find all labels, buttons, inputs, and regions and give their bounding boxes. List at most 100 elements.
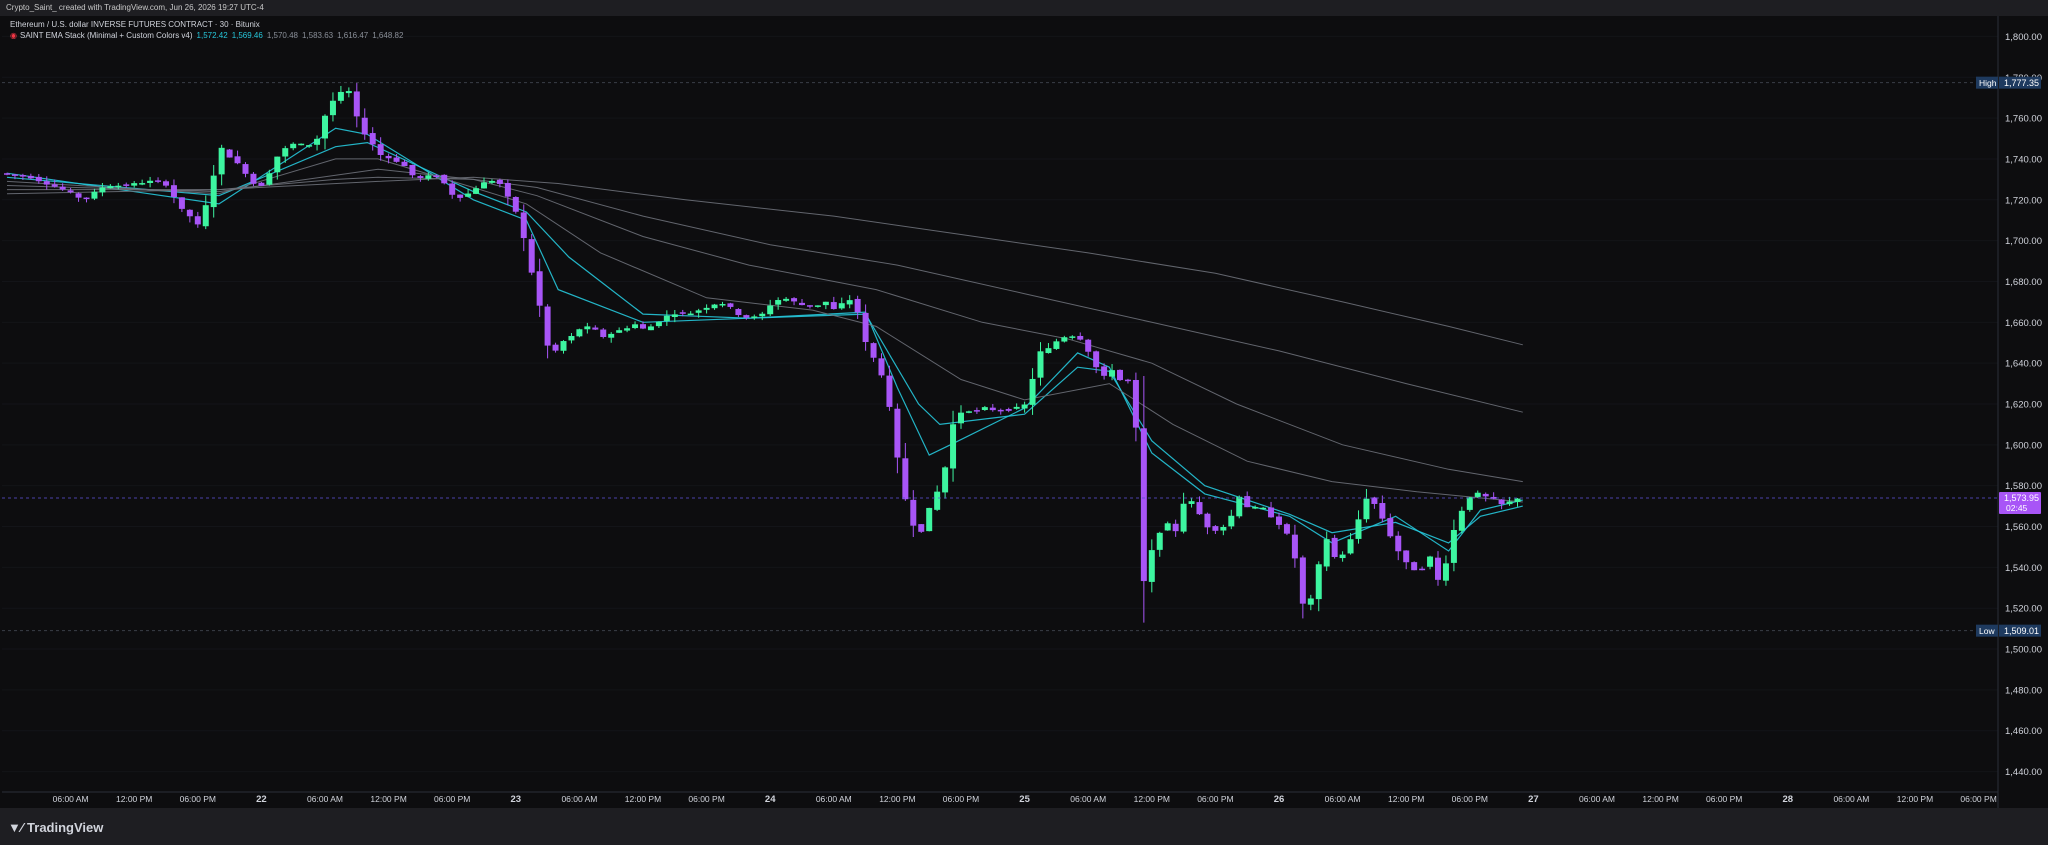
candle-body[interactable] [361,117,368,135]
candle-body[interactable] [655,321,662,327]
candle-body[interactable] [1220,526,1227,531]
candle-body[interactable] [1172,523,1179,532]
candle-body[interactable] [687,313,694,316]
indicator-row[interactable]: ◉ SAINT EMA Stack (Minimal + Custom Color… [10,31,403,41]
candle-body[interactable] [1164,523,1171,531]
candle-body[interactable] [663,315,670,321]
candle-body[interactable] [624,328,631,331]
candle-body[interactable] [417,176,424,178]
candle-body[interactable] [1466,497,1473,510]
candle-body[interactable] [329,100,336,116]
candle-body[interactable] [234,156,241,164]
candle-body[interactable] [1514,498,1521,502]
candle-body[interactable] [608,333,615,338]
candle-body[interactable] [679,312,686,314]
candle-body[interactable] [814,305,821,307]
candle-body[interactable] [703,307,710,310]
candle-body[interactable] [155,180,162,182]
candle-body[interactable] [170,185,177,197]
candle-body[interactable] [1395,535,1402,552]
candle-body[interactable] [600,329,607,337]
candle-body[interactable] [131,183,138,186]
candle-body[interactable] [1323,539,1330,567]
candle-body[interactable] [1291,534,1298,559]
candle-body[interactable] [942,467,949,493]
candle-body[interactable] [1276,516,1282,525]
candle-body[interactable] [457,194,464,198]
candle-body[interactable] [4,173,10,175]
candle-body[interactable] [926,507,933,532]
candle-body[interactable] [99,187,106,193]
candle-body[interactable] [743,315,750,318]
candle-body[interactable] [1053,341,1060,349]
candle-body[interactable] [1506,501,1513,505]
candle-body[interactable] [918,524,925,532]
candle-body[interactable] [1077,335,1084,340]
candle-body[interactable] [1013,406,1020,409]
candle-body[interactable] [1474,492,1481,497]
candle-body[interactable] [1037,351,1044,378]
candle-body[interactable] [870,343,877,358]
candle-body[interactable] [258,182,265,186]
candle-body[interactable] [1180,503,1187,532]
candle-body[interactable] [1419,568,1426,571]
candle-body[interactable] [393,157,400,162]
candle-body[interactable] [67,190,74,193]
candle-body[interactable] [711,304,718,309]
candle-body[interactable] [520,212,527,239]
candle-body[interactable] [727,303,734,307]
candle-body[interactable] [1403,550,1410,563]
candle-body[interactable] [576,329,583,337]
candle-body[interactable] [1252,507,1259,509]
candle-body[interactable] [1482,493,1489,497]
candle-body[interactable] [1355,519,1362,539]
candle-body[interactable] [449,183,456,195]
candle-body[interactable] [1188,501,1195,504]
candle-body[interactable] [202,205,209,227]
candle-body[interactable] [1021,404,1028,409]
candle-body[interactable] [409,164,416,176]
candle-body[interactable] [1450,529,1457,563]
candle-body[interactable] [536,271,543,306]
candle-body[interactable] [981,407,988,411]
candle-body[interactable] [1140,428,1147,582]
candle-body[interactable] [59,186,66,190]
candle-body[interactable] [1331,537,1338,557]
candle-body[interactable] [1085,339,1092,352]
candle-body[interactable] [385,155,392,159]
candle-body[interactable] [298,143,305,146]
candle-body[interactable] [822,301,829,306]
candle-body[interactable] [1029,378,1036,405]
candle-body[interactable] [473,188,480,194]
candle-body[interactable] [75,193,82,198]
candle-body[interactable] [1196,502,1203,515]
candle-body[interactable] [735,309,742,316]
candle-body[interactable] [504,183,511,197]
candle-body[interactable] [775,300,782,305]
candle-body[interactable] [584,326,591,330]
candle-body[interactable] [1427,556,1434,567]
candle-body[interactable] [1005,409,1012,411]
candle-body[interactable] [997,409,1004,412]
candle-body[interactable] [147,180,154,183]
candle-body[interactable] [465,193,472,197]
candle-body[interactable] [934,491,941,510]
candle-body[interactable] [1299,557,1306,604]
candle-body[interactable] [632,324,639,329]
candle-body[interactable] [266,173,273,185]
candle-body[interactable] [560,341,567,351]
candle-body[interactable] [1148,550,1155,582]
candle-body[interactable] [838,303,845,309]
candle-body[interactable] [1212,526,1219,531]
candle-body[interactable] [544,306,551,346]
indicator-visibility-icon[interactable]: ◉ [10,31,17,40]
candle-body[interactable] [282,148,289,157]
candle-body[interactable] [1101,366,1108,376]
candle-body[interactable] [91,191,98,199]
candle-body[interactable] [1283,524,1290,534]
candle-body[interactable] [481,182,487,189]
candle-body[interactable] [1156,532,1163,550]
candle-body[interactable] [878,358,885,376]
candle-body[interactable] [1204,513,1211,528]
candle-body[interactable] [290,143,297,149]
